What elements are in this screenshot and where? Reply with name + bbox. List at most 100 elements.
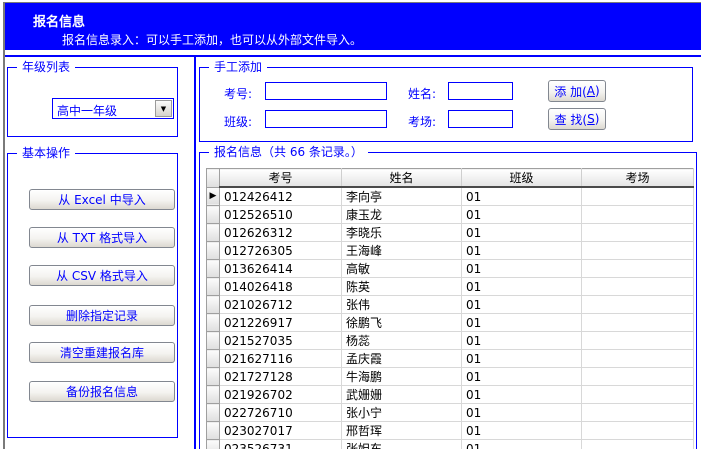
cell-room bbox=[582, 332, 694, 350]
table-row[interactable]: 022726710 张小宁 01 bbox=[207, 404, 694, 422]
cell-class: 01 bbox=[462, 332, 582, 350]
cell-exam-no: 012526510 bbox=[220, 206, 342, 224]
table-row[interactable]: 021026712 张伟 01 bbox=[207, 296, 694, 314]
row-indicator bbox=[207, 224, 220, 242]
table-header-row: 考号 姓名 班级 考场 bbox=[207, 169, 694, 188]
cell-room bbox=[582, 350, 694, 368]
import-csv-button[interactable]: 从 CSV 格式导入 bbox=[29, 265, 175, 286]
cell-room bbox=[582, 386, 694, 404]
row-indicator bbox=[207, 260, 220, 278]
cell-name: 陈英 bbox=[342, 278, 462, 296]
cell-room bbox=[582, 206, 694, 224]
row-indicator bbox=[207, 296, 220, 314]
table-row[interactable]: 013626414 高敏 01 bbox=[207, 260, 694, 278]
registration-list-title: 报名信息（共 66 条记录。） bbox=[209, 145, 368, 160]
cell-class: 01 bbox=[462, 350, 582, 368]
cell-name: 李晓乐 bbox=[342, 224, 462, 242]
table-row[interactable]: ▶ 012426412 李向亭 01 bbox=[207, 187, 694, 206]
cell-class: 01 bbox=[462, 386, 582, 404]
cell-room bbox=[582, 422, 694, 440]
import-excel-button[interactable]: 从 Excel 中导入 bbox=[29, 189, 175, 210]
cell-class: 01 bbox=[462, 278, 582, 296]
chevron-down-icon[interactable]: ▼ bbox=[155, 100, 172, 117]
column-header-class: 班级 bbox=[462, 169, 582, 188]
table-row[interactable]: 021527035 杨蕊 01 bbox=[207, 332, 694, 350]
cell-name: 武姗姗 bbox=[342, 386, 462, 404]
cell-name: 高敏 bbox=[342, 260, 462, 278]
cell-exam-no: 013626414 bbox=[220, 260, 342, 278]
column-header-exam-no: 考号 bbox=[220, 169, 342, 188]
column-header-room: 考场 bbox=[582, 169, 694, 188]
cell-class: 01 bbox=[462, 296, 582, 314]
delete-records-button[interactable]: 删除指定记录 bbox=[29, 305, 175, 326]
table-row[interactable]: 012526510 康玉龙 01 bbox=[207, 206, 694, 224]
table-row[interactable]: 021226917 徐鹏飞 01 bbox=[207, 314, 694, 332]
cell-exam-no: 014026418 bbox=[220, 278, 342, 296]
cell-exam-no: 023027017 bbox=[220, 422, 342, 440]
cell-exam-no: 021026712 bbox=[220, 296, 342, 314]
name-label: 姓名: bbox=[408, 85, 436, 102]
grade-selected-value: 高中一年级 bbox=[57, 102, 117, 119]
cell-room bbox=[582, 296, 694, 314]
table-row[interactable]: 012626312 李晓乐 01 bbox=[207, 224, 694, 242]
cell-exam-no: 021627116 bbox=[220, 350, 342, 368]
table-row[interactable]: 021727128 牛海鹏 01 bbox=[207, 368, 694, 386]
grid-body: ▶ 012426412 李向亭 01 012526510 康玉龙 01 0126… bbox=[207, 187, 694, 449]
table-row[interactable]: 021926702 武姗姗 01 bbox=[207, 386, 694, 404]
page-title: 报名信息 bbox=[33, 11, 85, 30]
grade-select[interactable]: 高中一年级 ▼ bbox=[52, 98, 174, 119]
table-row[interactable]: 023526731 张妲东 01 bbox=[207, 440, 694, 449]
cell-exam-no: 021926702 bbox=[220, 386, 342, 404]
cell-class: 01 bbox=[462, 224, 582, 242]
exam-no-input[interactable] bbox=[265, 82, 387, 100]
import-txt-button[interactable]: 从 TXT 格式导入 bbox=[29, 227, 175, 248]
basic-operations-groupbox: 基本操作 从 Excel 中导入 从 TXT 格式导入 从 CSV 格式导入 删… bbox=[7, 153, 178, 438]
cell-class: 01 bbox=[462, 260, 582, 278]
cell-name: 徐鹏飞 bbox=[342, 314, 462, 332]
name-input[interactable] bbox=[448, 82, 513, 100]
row-indicator bbox=[207, 368, 220, 386]
cell-name: 邢哲珲 bbox=[342, 422, 462, 440]
add-button[interactable]: 添 加(A) bbox=[548, 80, 606, 102]
cell-name: 王海峰 bbox=[342, 242, 462, 260]
row-indicator bbox=[207, 386, 220, 404]
manual-add-groupbox: 手工添加 考号: 姓名: 班级: 考场: 添 加(A) 查 找(S) bbox=[199, 67, 693, 142]
cell-name: 张小宁 bbox=[342, 404, 462, 422]
class-input[interactable] bbox=[265, 110, 387, 128]
grade-list-groupbox: 年级列表 高中一年级 ▼ bbox=[7, 67, 178, 137]
find-button-label: 查 找( bbox=[555, 111, 588, 128]
add-button-mnemonic: A bbox=[587, 84, 595, 98]
manual-add-title: 手工添加 bbox=[209, 60, 267, 75]
cell-class: 01 bbox=[462, 314, 582, 332]
find-button[interactable]: 查 找(S) bbox=[548, 108, 606, 130]
cell-class: 01 bbox=[462, 368, 582, 386]
table-row[interactable]: 021627116 孟庆霞 01 bbox=[207, 350, 694, 368]
registration-list-groupbox: 报名信息（共 66 条记录。） 考号 姓名 班级 考场 ▶ 012426412 … bbox=[199, 152, 697, 449]
backup-info-button[interactable]: 备份报名信息 bbox=[29, 381, 175, 402]
cell-room bbox=[582, 314, 694, 332]
exam-no-label: 考号: bbox=[224, 85, 252, 102]
column-header-name: 姓名 bbox=[342, 169, 462, 188]
page-subtitle: 报名信息录入：可以手工添加，也可以从外部文件导入。 bbox=[62, 31, 362, 48]
header-divider bbox=[5, 55, 701, 57]
cell-exam-no: 021527035 bbox=[220, 332, 342, 350]
table-row[interactable]: 014026418 陈英 01 bbox=[207, 278, 694, 296]
row-indicator bbox=[207, 440, 220, 449]
cell-room bbox=[582, 224, 694, 242]
rebuild-database-button[interactable]: 清空重建报名库 bbox=[29, 342, 175, 363]
cell-name: 李向亭 bbox=[342, 187, 462, 206]
cell-name: 孟庆霞 bbox=[342, 350, 462, 368]
room-input[interactable] bbox=[448, 110, 513, 128]
row-indicator bbox=[207, 332, 220, 350]
row-indicator: ▶ bbox=[207, 187, 220, 206]
class-label: 班级: bbox=[224, 113, 252, 130]
content-divider bbox=[194, 57, 196, 449]
cell-class: 01 bbox=[462, 187, 582, 206]
find-button-label-suffix: ) bbox=[595, 112, 600, 126]
table-row[interactable]: 023027017 邢哲珲 01 bbox=[207, 422, 694, 440]
cell-name: 张妲东 bbox=[342, 440, 462, 449]
cell-class: 01 bbox=[462, 422, 582, 440]
table-row[interactable]: 012726305 王海峰 01 bbox=[207, 242, 694, 260]
cell-name: 杨蕊 bbox=[342, 332, 462, 350]
header-banner: 报名信息 报名信息录入：可以手工添加，也可以从外部文件导入。 bbox=[5, 3, 701, 50]
